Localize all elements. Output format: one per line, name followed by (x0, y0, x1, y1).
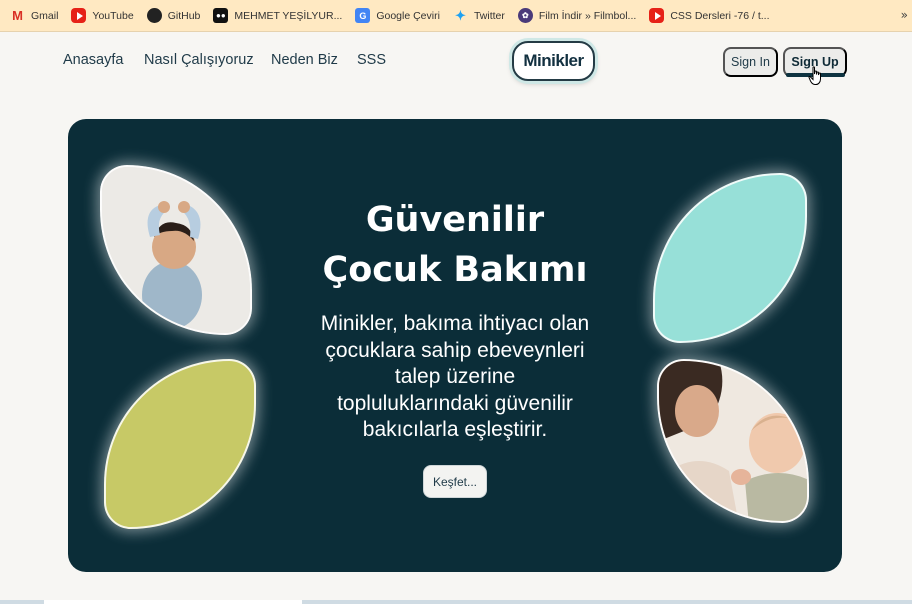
bookmark-label: GitHub (167, 9, 201, 22)
mother-and-baby-photo (657, 359, 809, 523)
bookmark-label: CSS Dersleri -76 / t... (670, 9, 770, 22)
film-icon: ✿ (517, 8, 533, 23)
hero-section: Güvenilir Çocuk Bakımı Minikler, bakıma … (68, 119, 842, 572)
olive-petal-shape (104, 359, 256, 529)
more-bookmarks-button[interactable]: » (901, 8, 908, 22)
bookmarks-bar: M Gmail YouTube GitHub ●● MEHMET YEŞİLYU… (0, 0, 912, 32)
nav-link-home[interactable]: Anasayfa (63, 52, 123, 68)
bookmark-label: Gmail (31, 9, 59, 22)
scrollbar-thumb[interactable] (44, 600, 302, 604)
bookmark-youtube[interactable]: YouTube (71, 8, 134, 23)
bookmark-github[interactable]: GitHub (146, 8, 201, 23)
bookmark-label: Google Çeviri (376, 9, 440, 22)
logo[interactable]: Minikler (512, 41, 595, 81)
bookmark-label: Twitter (473, 9, 505, 22)
nav-link-why-us[interactable]: Neden Biz (271, 52, 338, 68)
google-translate-icon: G (355, 8, 371, 23)
medium-icon: ●● (213, 8, 229, 23)
bookmark-label: MEHMET YEŞİLYUR... (234, 9, 343, 22)
youtube-icon (71, 8, 87, 23)
hero-description-line: talep üzerine (394, 365, 516, 388)
hand-cursor-icon (808, 66, 821, 85)
toddler-stretching-photo (100, 165, 252, 335)
bookmark-label: YouTube (92, 9, 134, 22)
hero-description-line: bakıcılarla eşleştirir. (362, 418, 548, 441)
hero-description-line: topluluklarındaki güvenilir (337, 391, 573, 415)
bookmark-film[interactable]: ✿ Film İndir » Filmbol... (517, 8, 637, 23)
horizontal-scrollbar[interactable] (0, 600, 912, 604)
github-icon (146, 8, 162, 23)
bookmark-css-dersleri[interactable]: CSS Dersleri -76 / t... (649, 8, 770, 23)
bookmark-gmail[interactable]: M Gmail (10, 8, 58, 23)
teal-petal-shape (653, 173, 807, 343)
bookmark-twitter[interactable]: ✦ Twitter (453, 8, 505, 23)
nav-link-faq[interactable]: SSS (357, 52, 386, 68)
hero-title: Güvenilir Çocuk Bakımı (255, 195, 655, 295)
explore-button[interactable]: Keşfet... (423, 465, 487, 498)
hero-description-line: çocuklara sahip ebeveynleri (325, 338, 585, 362)
bookmark-label: Film İndir » Filmbol... (538, 9, 637, 22)
sign-in-button[interactable]: Sign In (723, 47, 778, 77)
twitter-icon: ✦ (455, 7, 466, 23)
nav-link-how-it-works[interactable]: Nasıl Çalışıyoruz (144, 52, 254, 68)
hero-description-line: Minikler, bakıma ihtiyacı olan (320, 312, 590, 335)
gmail-icon: M (12, 8, 23, 23)
hero-title-line: Çocuk Bakımı (322, 250, 588, 290)
youtube-icon (649, 8, 665, 23)
hero-title-line: Güvenilir (365, 200, 545, 240)
hero-description: Minikler, bakıma ihtiyacı olan çocuklara… (290, 311, 620, 444)
bookmark-medium[interactable]: ●● MEHMET YEŞİLYUR... (213, 8, 342, 23)
bookmark-google-translate[interactable]: G Google Çeviri (355, 8, 440, 23)
